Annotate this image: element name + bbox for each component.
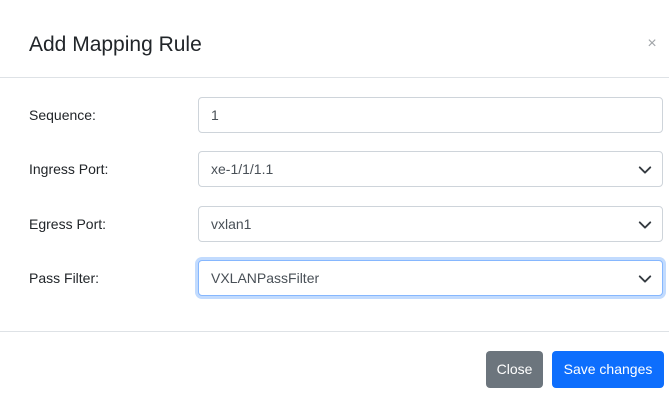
ingress-port-value: xe-1/1/1.1 [211, 161, 274, 177]
dialog-title: Add Mapping Rule [29, 33, 202, 56]
sequence-label: Sequence: [29, 107, 96, 123]
chevron-down-icon [638, 221, 652, 229]
egress-port-label: Egress Port: [29, 216, 107, 232]
close-button[interactable]: Close [486, 351, 543, 388]
egress-port-row: Egress Port: vxlan1 [0, 206, 669, 242]
sequence-value: 1 [211, 107, 219, 123]
ingress-port-row: Ingress Port: xe-1/1/1.1 [0, 151, 669, 187]
sequence-row: Sequence: 1 [0, 97, 669, 133]
dialog-body: Sequence: 1 Ingress Port: xe-1/1/1.1 Egr… [0, 78, 669, 331]
close-icon[interactable]: × [645, 35, 659, 53]
pass-filter-select[interactable]: VXLANPassFilter [198, 260, 663, 296]
pass-filter-value: VXLANPassFilter [211, 270, 320, 286]
egress-port-select[interactable]: vxlan1 [198, 206, 663, 242]
sequence-input[interactable]: 1 [198, 97, 663, 133]
pass-filter-label: Pass Filter: [29, 270, 100, 286]
chevron-down-icon [638, 166, 652, 174]
dialog-footer: Close Save changes [0, 331, 669, 400]
egress-port-value: vxlan1 [211, 216, 252, 232]
pass-filter-row: Pass Filter: VXLANPassFilter [0, 260, 669, 296]
add-mapping-rule-dialog: Add Mapping Rule × Sequence: 1 Ingress P… [0, 0, 669, 400]
save-changes-button[interactable]: Save changes [552, 351, 664, 388]
ingress-port-select[interactable]: xe-1/1/1.1 [198, 151, 663, 187]
ingress-port-label: Ingress Port: [29, 161, 109, 177]
chevron-down-icon [638, 275, 652, 283]
dialog-header: Add Mapping Rule × [0, 0, 669, 78]
